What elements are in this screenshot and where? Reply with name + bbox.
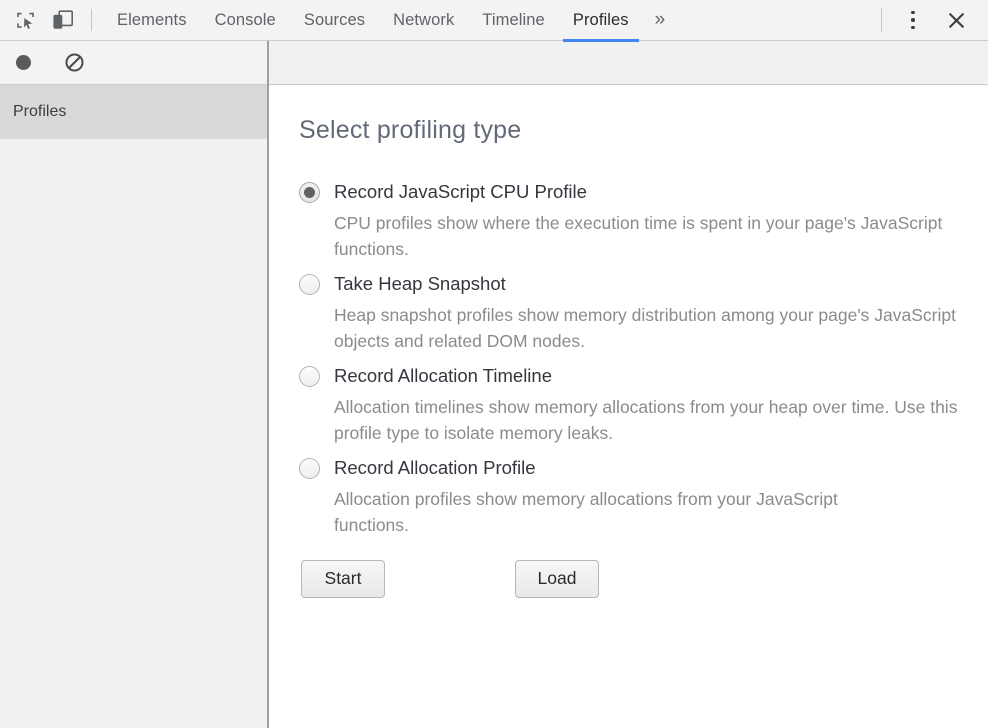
profiling-option-allocation-profile-head[interactable]: Record Allocation Profile	[299, 457, 988, 479]
inspect-element-icon-svg	[16, 12, 34, 29]
inspect-element-icon[interactable]	[6, 0, 44, 40]
radio-take-heap-snapshot[interactable]	[299, 273, 320, 295]
tab-elements-label: Elements	[117, 10, 187, 29]
profiling-option-allocation-timeline[interactable]: Record Allocation Timeline Allocation ti…	[299, 365, 988, 447]
tab-console[interactable]: Console	[201, 0, 290, 41]
tabbar-right-controls	[881, 0, 988, 41]
more-tabs-label: »	[654, 9, 666, 30]
profiling-option-cpu-profile-label: Record JavaScript CPU Profile	[334, 181, 587, 202]
devtools-window: Elements Console Sources Network Timelin…	[0, 0, 988, 728]
main-toolbar	[269, 41, 988, 85]
close-icon[interactable]	[938, 3, 974, 37]
sidebar-toolbar	[0, 41, 267, 85]
clear-prohibited-icon[interactable]	[55, 44, 93, 82]
profiling-option-allocation-profile-description: Allocation profiles show memory allocati…	[334, 489, 838, 535]
radio-record-allocation-timeline[interactable]	[299, 365, 320, 387]
tab-network[interactable]: Network	[379, 0, 468, 41]
profiling-option-heap-snapshot-description: Heap snapshot profiles show memory distr…	[334, 305, 956, 352]
launcher-buttons: Start Load	[301, 559, 988, 598]
profiles-main-panel: Select profiling type Record JavaScript …	[269, 41, 988, 728]
devtools-body: Profiles Select profiling type Record Ja…	[0, 41, 988, 728]
start-button[interactable]: Start	[301, 559, 385, 598]
profiling-option-heap-snapshot[interactable]: Take Heap Snapshot Heap snapshot profile…	[299, 273, 988, 355]
profiles-tree: Profiles	[0, 85, 267, 728]
tab-sources-label: Sources	[303, 10, 366, 29]
close-icon-svg	[948, 12, 964, 28]
clear-prohibited-icon-svg	[65, 53, 83, 72]
device-toolbar-icon-svg	[52, 10, 73, 29]
kebab-dot	[911, 18, 915, 22]
profiling-option-heap-snapshot-head[interactable]: Take Heap Snapshot	[299, 273, 988, 295]
record-dot	[15, 55, 31, 70]
tab-profiles[interactable]: Profiles	[559, 0, 643, 42]
tab-network-label: Network	[393, 10, 455, 29]
radio-record-allocation-profile[interactable]	[299, 457, 320, 479]
profiling-option-allocation-profile-label: Record Allocation Profile	[334, 456, 536, 478]
device-toolbar-icon[interactable]	[44, 0, 82, 40]
tab-timeline[interactable]: Timeline	[468, 0, 559, 41]
profiling-option-allocation-timeline-description: Allocation timelines show memory allocat…	[334, 397, 958, 444]
radio-record-javascript-cpu-profile[interactable]	[299, 181, 320, 203]
tab-profiles-label: Profiles	[572, 10, 629, 29]
tab-console-label: Console	[214, 10, 276, 29]
toolbar-divider	[91, 9, 92, 31]
devtools-tabbar: Elements Console Sources Network Timelin…	[0, 0, 988, 42]
profiling-option-allocation-timeline-label: Record Allocation Timeline	[334, 364, 552, 386]
profiling-option-cpu-profile-description: CPU profiles show where the execution ti…	[334, 213, 943, 260]
panel-tabs: Elements Console Sources Network Timelin…	[103, 0, 678, 42]
kebab-dot	[911, 10, 915, 15]
tab-sources[interactable]: Sources	[290, 0, 379, 41]
more-options-kebab-icon[interactable]	[896, 3, 930, 37]
load-button[interactable]: Load	[515, 559, 599, 598]
tabbar-right-divider	[881, 8, 882, 32]
tab-elements[interactable]: Elements	[103, 0, 201, 41]
profiling-option-cpu-profile[interactable]: Record JavaScript CPU Profile CPU profil…	[299, 181, 988, 263]
profiling-option-heap-snapshot-label: Take Heap Snapshot	[334, 272, 506, 294]
tab-timeline-label: Timeline	[482, 10, 545, 29]
kebab-dot	[911, 25, 915, 30]
radio-dot	[304, 186, 315, 198]
page-title: Select profiling type	[299, 116, 522, 144]
profiling-option-cpu-profile-head[interactable]: Record JavaScript CPU Profile	[299, 181, 988, 203]
profiling-option-allocation-timeline-head[interactable]: Record Allocation Timeline	[299, 365, 988, 387]
sidebar-item-profiles-label: Profiles	[13, 103, 67, 120]
record-circle-icon[interactable]	[4, 44, 42, 82]
profile-launcher: Select profiling type Record JavaScript …	[269, 85, 988, 728]
more-tabs-chevron-icon[interactable]: »	[643, 0, 678, 41]
profiling-option-allocation-profile[interactable]: Record Allocation Profile Allocation pro…	[299, 457, 988, 539]
sidebar-item-profiles[interactable]: Profiles	[0, 85, 267, 139]
profiles-sidebar: Profiles	[0, 41, 269, 728]
